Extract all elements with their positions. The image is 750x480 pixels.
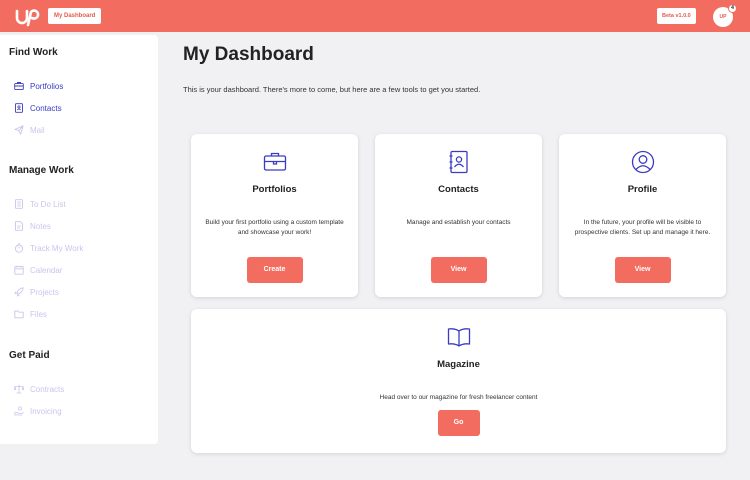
sidebar-item-to-do-list[interactable]: To Do List bbox=[14, 197, 66, 211]
card-title: Profile bbox=[627, 184, 658, 195]
sidebar-item-track-my-work[interactable]: Track My Work bbox=[14, 241, 83, 255]
calendar-icon bbox=[14, 265, 24, 275]
page-title: My Dashboard bbox=[183, 44, 314, 65]
card-title: Contacts bbox=[438, 184, 479, 195]
view-contacts-button[interactable]: View bbox=[430, 257, 487, 283]
contacts-book-icon bbox=[449, 150, 468, 174]
briefcase-icon bbox=[263, 152, 286, 171]
sidebar-item-label: Mail bbox=[30, 125, 45, 135]
sidebar-item-files[interactable]: Files bbox=[14, 307, 47, 321]
open-book-icon bbox=[447, 328, 470, 347]
scales-icon bbox=[14, 384, 24, 394]
card-description: Build your first portfolio using a custo… bbox=[205, 219, 344, 236]
create-portfolio-button[interactable]: Create bbox=[246, 257, 303, 283]
sidebar-item-notes[interactable]: Notes bbox=[14, 219, 51, 233]
briefcase-icon bbox=[14, 82, 24, 91]
go-magazine-button[interactable]: Go bbox=[437, 410, 480, 436]
beta-version-badge: Beta v1.0.0 bbox=[657, 8, 696, 24]
folder-icon bbox=[14, 310, 24, 319]
section-title-find-work: Find Work bbox=[9, 47, 58, 58]
sidebar-item-invoicing[interactable]: Invoicing bbox=[14, 404, 62, 418]
user-circle-icon bbox=[631, 150, 654, 174]
notes-icon bbox=[15, 221, 23, 231]
sidebar-item-label: Invoicing bbox=[30, 406, 62, 416]
sidebar-item-portfolios[interactable]: Portfolios bbox=[14, 79, 63, 93]
my-dashboard-button[interactable]: My Dashboard bbox=[48, 8, 102, 24]
sidebar-item-label: To Do List bbox=[30, 199, 66, 209]
sidebar-item-mail[interactable]: Mail bbox=[14, 123, 45, 137]
sidebar-item-label: Contacts bbox=[30, 103, 62, 113]
paper-plane-icon bbox=[14, 125, 24, 135]
sidebar-item-label: Files bbox=[30, 309, 47, 319]
sidebar-item-label: Contracts bbox=[30, 384, 65, 394]
section-title-manage-work: Manage Work bbox=[9, 165, 74, 176]
sidebar-item-label: Calendar bbox=[30, 265, 63, 275]
sidebar-item-contracts[interactable]: Contracts bbox=[14, 382, 64, 396]
checklist-icon bbox=[15, 199, 23, 209]
sidebar-item-projects[interactable]: Projects bbox=[14, 285, 59, 299]
card-description: Manage and establish your contacts bbox=[406, 219, 511, 226]
sidebar-item-label: Projects bbox=[30, 287, 59, 297]
card-title: Magazine bbox=[437, 359, 480, 370]
rocket-icon bbox=[14, 287, 24, 297]
sidebar: Find Work Portfolios Contacts Mail Manag… bbox=[0, 35, 158, 444]
section-title-get-paid: Get Paid bbox=[9, 350, 50, 361]
sidebar-item-contacts[interactable]: Contacts bbox=[14, 101, 62, 115]
hand-coin-icon bbox=[14, 406, 24, 416]
intro-text: This is your dashboard. There's more to … bbox=[183, 85, 481, 94]
card-description: In the future, your profile will be visi… bbox=[574, 219, 711, 236]
card-profile: Profile In the future, your profile will… bbox=[559, 134, 726, 297]
sidebar-item-label: Track My Work bbox=[30, 243, 84, 253]
view-profile-button[interactable]: View bbox=[614, 257, 671, 283]
top-bar: My Dashboard Beta v1.0.0 UP 4 bbox=[0, 0, 750, 32]
contacts-book-icon bbox=[15, 103, 23, 113]
sidebar-item-calendar[interactable]: Calendar bbox=[14, 263, 62, 277]
card-title: Portfolios bbox=[252, 184, 297, 195]
sidebar-item-label: Notes bbox=[30, 221, 51, 231]
card-description: Head over to our magazine for fresh free… bbox=[379, 394, 538, 401]
sidebar-item-label: Portfolios bbox=[30, 81, 64, 91]
stopwatch-icon bbox=[14, 243, 24, 253]
card-magazine: Magazine Head over to our magazine for f… bbox=[191, 309, 726, 453]
card-contacts: Contacts Manage and establish your conta… bbox=[375, 134, 542, 297]
up-logo-icon[interactable] bbox=[14, 5, 40, 27]
notification-count-badge[interactable]: 4 bbox=[728, 4, 737, 13]
card-portfolios: Portfolios Build your first portfolio us… bbox=[191, 134, 358, 297]
